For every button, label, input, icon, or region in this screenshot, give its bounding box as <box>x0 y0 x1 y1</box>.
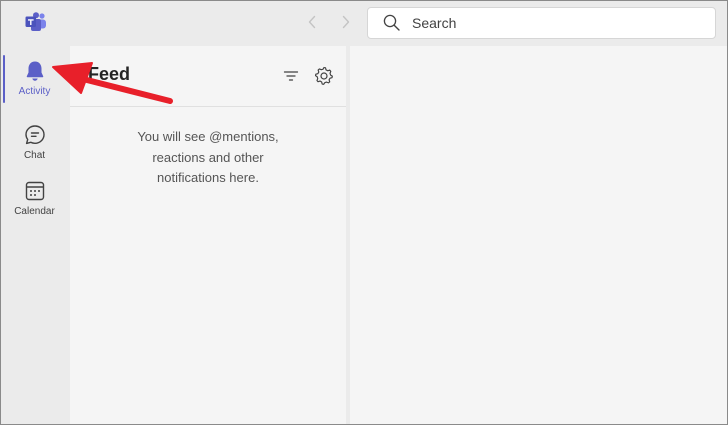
empty-feed-message: You will see @mentions, reactions and ot… <box>70 127 346 189</box>
empty-message-line: You will see @mentions, <box>137 129 279 144</box>
rail-item-label: Activity <box>18 86 51 97</box>
rail-item-chat[interactable]: Chat <box>1 111 68 165</box>
feed-header: Feed <box>70 46 346 107</box>
forward-button[interactable] <box>337 13 355 31</box>
rail-item-calendar[interactable]: Calendar <box>1 167 68 221</box>
main-content-pane <box>350 46 727 424</box>
title-bar: Search <box>1 1 727 45</box>
teams-window: Search Activity Chat Calendar Feed You w… <box>0 0 728 425</box>
chevron-left-icon <box>308 15 316 29</box>
chevron-right-icon <box>342 15 350 29</box>
page-title: Feed <box>88 64 131 84</box>
teams-logo-icon <box>25 12 46 31</box>
activity-feed-pane: Feed You will see @mentions, reactions a… <box>70 46 346 424</box>
empty-message-line: notifications here. <box>157 170 259 185</box>
rail-item-activity[interactable]: Activity <box>1 49 68 103</box>
search-input[interactable]: Search <box>367 7 716 39</box>
search-placeholder: Search <box>412 15 457 31</box>
filter-icon[interactable] <box>282 67 300 85</box>
bell-icon <box>26 61 43 81</box>
gear-icon[interactable] <box>314 66 334 86</box>
back-button[interactable] <box>303 13 321 31</box>
active-indicator <box>3 55 5 103</box>
chat-icon <box>24 125 45 145</box>
calendar-icon <box>25 181 44 201</box>
rail-item-label: Chat <box>23 150 46 161</box>
app-rail: Activity Chat Calendar <box>1 45 68 424</box>
search-icon <box>383 14 400 31</box>
empty-message-line: reactions and other <box>152 149 264 165</box>
rail-item-label: Calendar <box>14 206 55 217</box>
